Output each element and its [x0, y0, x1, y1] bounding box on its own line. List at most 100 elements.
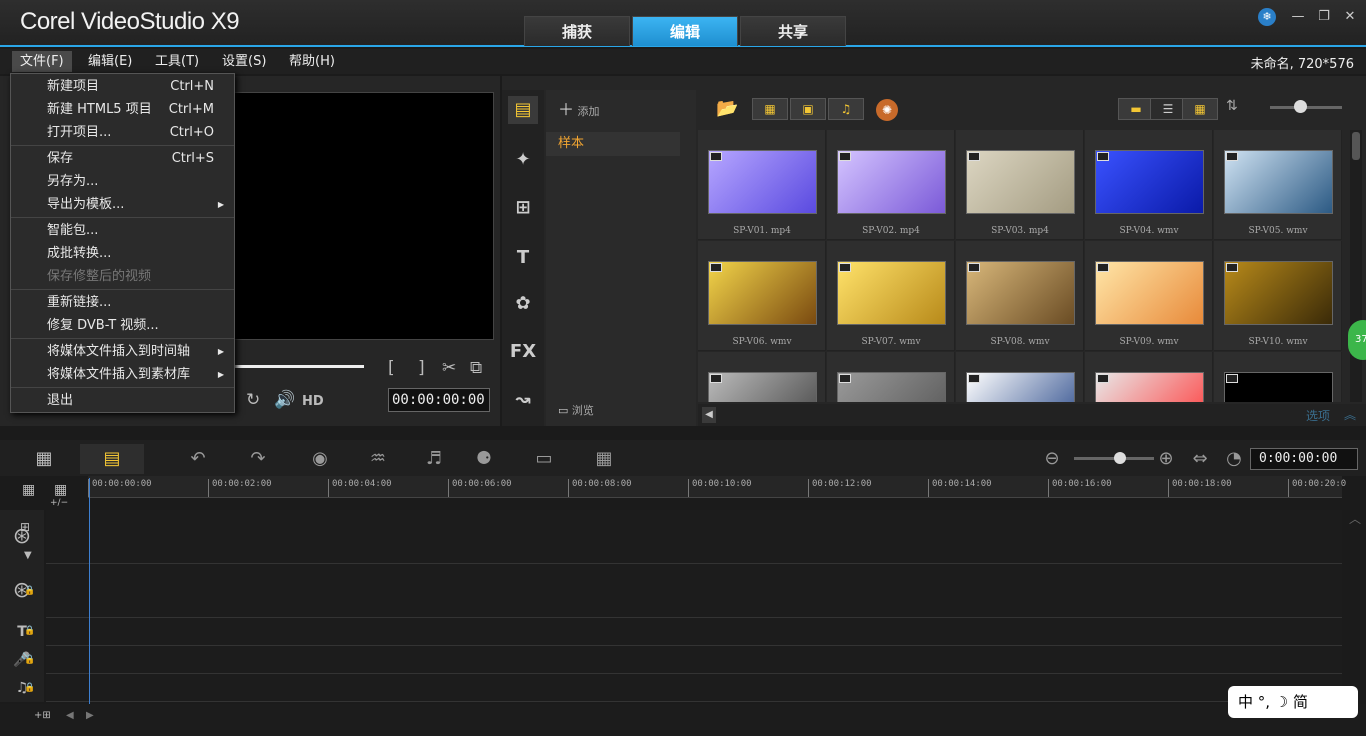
- ripple-edit-icon[interactable]: ⊞: [20, 520, 30, 534]
- file-menu-item[interactable]: 导出为模板... ▶: [47, 195, 224, 215]
- redo-icon[interactable]: ↷: [244, 446, 272, 472]
- sort-icon[interactable]: ⇅: [1226, 98, 1238, 114]
- options-label[interactable]: 选项: [1306, 407, 1330, 424]
- zoom-out-icon[interactable]: ⊖: [1038, 446, 1066, 472]
- tab-capture[interactable]: 捕获: [524, 16, 630, 46]
- library-thumbnail[interactable]: SP-V08. wmv: [956, 241, 1084, 351]
- multi-camera-icon[interactable]: ▦: [590, 446, 618, 472]
- media-icon[interactable]: ▤: [508, 96, 538, 124]
- record-capture-icon[interactable]: ◉: [306, 446, 334, 472]
- thumbnail-size-knob[interactable]: [1294, 100, 1307, 113]
- graphic-icon[interactable]: ✿: [508, 290, 538, 318]
- tab-edit[interactable]: 编辑: [632, 16, 738, 46]
- track-manager-icon[interactable]: ▦: [22, 482, 35, 498]
- minimize-button[interactable]: —: [1288, 8, 1308, 26]
- zoom-in-icon[interactable]: ⊕: [1152, 446, 1180, 472]
- file-menu-item[interactable]: 打开项目... Ctrl+O: [47, 123, 214, 143]
- scroll-right-icon[interactable]: ▶: [86, 710, 94, 721]
- show-photo-button[interactable]: ▣: [790, 98, 826, 120]
- file-menu-item[interactable]: 将媒体文件插入到素材库 ▶: [47, 365, 224, 385]
- music-track[interactable]: [46, 674, 1342, 702]
- menu-tools[interactable]: 工具(T): [147, 51, 207, 72]
- scrub-bar[interactable]: [232, 365, 364, 368]
- library-thumbnail[interactable]: [1085, 352, 1213, 402]
- repeat-icon[interactable]: ↻: [246, 390, 260, 410]
- snowflake-icon[interactable]: ❄: [1258, 8, 1276, 26]
- scissors-icon[interactable]: ✂: [442, 358, 456, 378]
- folder-icon[interactable]: 📂: [716, 98, 738, 119]
- file-menu-item[interactable]: 保存 Ctrl+S: [47, 149, 214, 169]
- mark-out-icon[interactable]: ]: [418, 358, 425, 378]
- add-track-icon[interactable]: +⊞: [34, 710, 51, 721]
- file-menu-item[interactable]: 将媒体文件插入到时间轴 ▶: [47, 342, 224, 362]
- video-track[interactable]: [46, 510, 1342, 564]
- auto-music-icon[interactable]: ♬: [420, 446, 448, 472]
- library-thumbnail[interactable]: SP-V06. wmv: [698, 241, 826, 351]
- file-menu-item[interactable]: 重新链接...: [47, 293, 214, 313]
- subtitle-editor-icon[interactable]: ▭: [530, 446, 558, 472]
- timeline-timecode[interactable]: 0:00:00:00: [1250, 448, 1358, 470]
- zoom-knob[interactable]: [1114, 452, 1126, 464]
- file-menu-item[interactable]: 智能包...: [47, 221, 214, 241]
- motion-tracking-icon[interactable]: ⚈: [470, 446, 498, 472]
- library-thumbnail[interactable]: SP-V04. wmv: [1085, 130, 1213, 240]
- library-thumbnail[interactable]: SP-V01. mp4: [698, 130, 826, 240]
- file-menu-item[interactable]: 另存为...: [47, 172, 214, 192]
- scroll-left-icon[interactable]: ◀: [66, 710, 74, 721]
- library-thumbnail[interactable]: [1214, 352, 1342, 402]
- volume-icon[interactable]: 🔊: [274, 390, 295, 410]
- menu-edit[interactable]: 编辑(E): [80, 51, 140, 72]
- add-folder-button[interactable]: ＋ 添加: [558, 96, 600, 120]
- chevron-down-icon[interactable]: ▼: [24, 550, 32, 561]
- library-thumbnail[interactable]: SP-V02. mp4: [827, 130, 955, 240]
- restore-button[interactable]: ❐: [1314, 8, 1334, 26]
- chevron-up-icon[interactable]: ︽: [1344, 406, 1356, 423]
- voice-track[interactable]: [46, 646, 1342, 674]
- clock-icon[interactable]: ◔: [1220, 446, 1248, 472]
- folder-item-sample[interactable]: 样本: [546, 132, 680, 156]
- tab-share[interactable]: 共享: [740, 16, 846, 46]
- library-thumbnail[interactable]: SP-V07. wmv: [827, 241, 955, 351]
- undo-icon[interactable]: ↶: [184, 446, 212, 472]
- fit-project-icon[interactable]: ⇔: [1186, 446, 1214, 472]
- chapter-icon[interactable]: ▦: [54, 482, 67, 498]
- menu-settings[interactable]: 设置(S): [214, 51, 274, 72]
- preview-timecode[interactable]: 00:00:00:00: [388, 388, 490, 412]
- ime-toolbar[interactable]: 中 °, ☽ 简: [1228, 686, 1358, 718]
- video-track-icon[interactable]: ⊛: [0, 510, 44, 564]
- show-audio-button[interactable]: ♫: [828, 98, 864, 120]
- lock-icon[interactable]: 🔒: [24, 586, 35, 596]
- menu-file[interactable]: 文件(F): [12, 51, 72, 72]
- file-menu-item[interactable]: 保存修整后的视频: [47, 267, 214, 287]
- file-menu-item[interactable]: 修复 DVB-T 视频...: [47, 316, 214, 336]
- file-menu-item[interactable]: 新建 HTML5 项目 Ctrl+M: [47, 100, 214, 120]
- lock-icon[interactable]: 🔒: [24, 655, 35, 665]
- instant-project-icon[interactable]: ✦: [508, 146, 538, 174]
- library-thumbnail[interactable]: SP-V03. mp4: [956, 130, 1084, 240]
- microphone-icon[interactable]: 🎤: [0, 646, 44, 674]
- library-scrollbar-thumb[interactable]: [1352, 132, 1360, 160]
- notification-badge[interactable]: 37: [1348, 320, 1366, 360]
- file-menu-item[interactable]: 成批转换...: [47, 244, 214, 264]
- overlay-track[interactable]: [46, 564, 1342, 618]
- overlay-track-icon[interactable]: ⊛: [0, 564, 44, 618]
- view-large-button[interactable]: ▬: [1118, 98, 1154, 120]
- timeline-vertical-scrollbar[interactable]: ︿: [1344, 510, 1366, 704]
- timeline-ruler[interactable]: 00:00:00:00 00:00:02:00 00:00:04:00 00:00:0…: [88, 476, 1346, 498]
- sound-mixer-icon[interactable]: ♒: [364, 446, 392, 472]
- library-thumbnail[interactable]: [827, 352, 955, 402]
- library-thumbnail[interactable]: SP-V10. wmv: [1214, 241, 1342, 351]
- library-thumbnail[interactable]: [956, 352, 1084, 402]
- transition-icon[interactable]: ⊞: [508, 194, 538, 222]
- lock-icon[interactable]: 🔒: [24, 626, 35, 636]
- library-scrollbar[interactable]: [1350, 130, 1362, 402]
- title-track-icon[interactable]: T: [0, 618, 44, 646]
- reel-icon[interactable]: ✺: [876, 99, 898, 121]
- browse-button[interactable]: ▭ 浏览: [558, 402, 594, 418]
- menu-help[interactable]: 帮助(H): [281, 51, 343, 72]
- library-thumbnail[interactable]: [698, 352, 826, 402]
- music-note-icon[interactable]: ♫: [0, 674, 44, 702]
- storyboard-view-button[interactable]: ▦: [12, 444, 76, 474]
- mark-in-icon[interactable]: [: [388, 358, 395, 378]
- fx-icon[interactable]: FX: [508, 338, 538, 366]
